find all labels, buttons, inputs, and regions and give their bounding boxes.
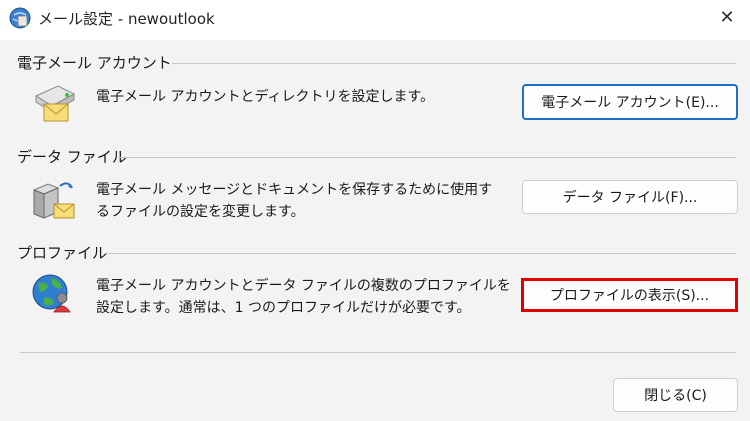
profiles-description-line1: 電子メール アカウントとデータ ファイルの複数のプロファイルを — [96, 278, 511, 294]
email-accounts-group-line — [172, 63, 736, 64]
show-profiles-button[interactable]: プロファイルの表示(S)... — [521, 278, 738, 312]
mail-settings-app-icon — [8, 6, 32, 30]
email-accounts-button[interactable]: 電子メール アカウント(E)... — [522, 84, 738, 120]
profiles-group-label: プロファイル — [17, 244, 108, 262]
window-title: メール設定 - newoutlook — [38, 10, 215, 28]
data-files-group-label: データ ファイル — [17, 148, 127, 166]
email-account-icon — [28, 80, 80, 126]
profiles-description-line2: 設定します。通常は、1 つのプロファイルだけが必要です。 — [96, 300, 471, 316]
data-files-description-line2: るファイルの設定を変更します。 — [96, 204, 305, 220]
data-files-group-line — [120, 157, 736, 158]
data-file-icon — [28, 178, 80, 224]
email-accounts-description: 電子メール アカウントとディレクトリを設定します。 — [96, 89, 435, 105]
footer-separator — [20, 352, 736, 353]
data-files-button[interactable]: データ ファイル(F)... — [522, 180, 738, 214]
close-button[interactable]: 閉じる(C) — [613, 378, 738, 412]
email-accounts-group-label: 電子メール アカウント — [17, 54, 172, 72]
close-icon[interactable]: ✕ — [710, 2, 744, 32]
title-bar: メール設定 - newoutlook ✕ — [0, 0, 750, 40]
profile-globe-icon — [28, 270, 80, 316]
profiles-group-line — [106, 253, 736, 254]
data-files-description-line1: 電子メール メッセージとドキュメントを保存するために使用す — [96, 182, 493, 198]
